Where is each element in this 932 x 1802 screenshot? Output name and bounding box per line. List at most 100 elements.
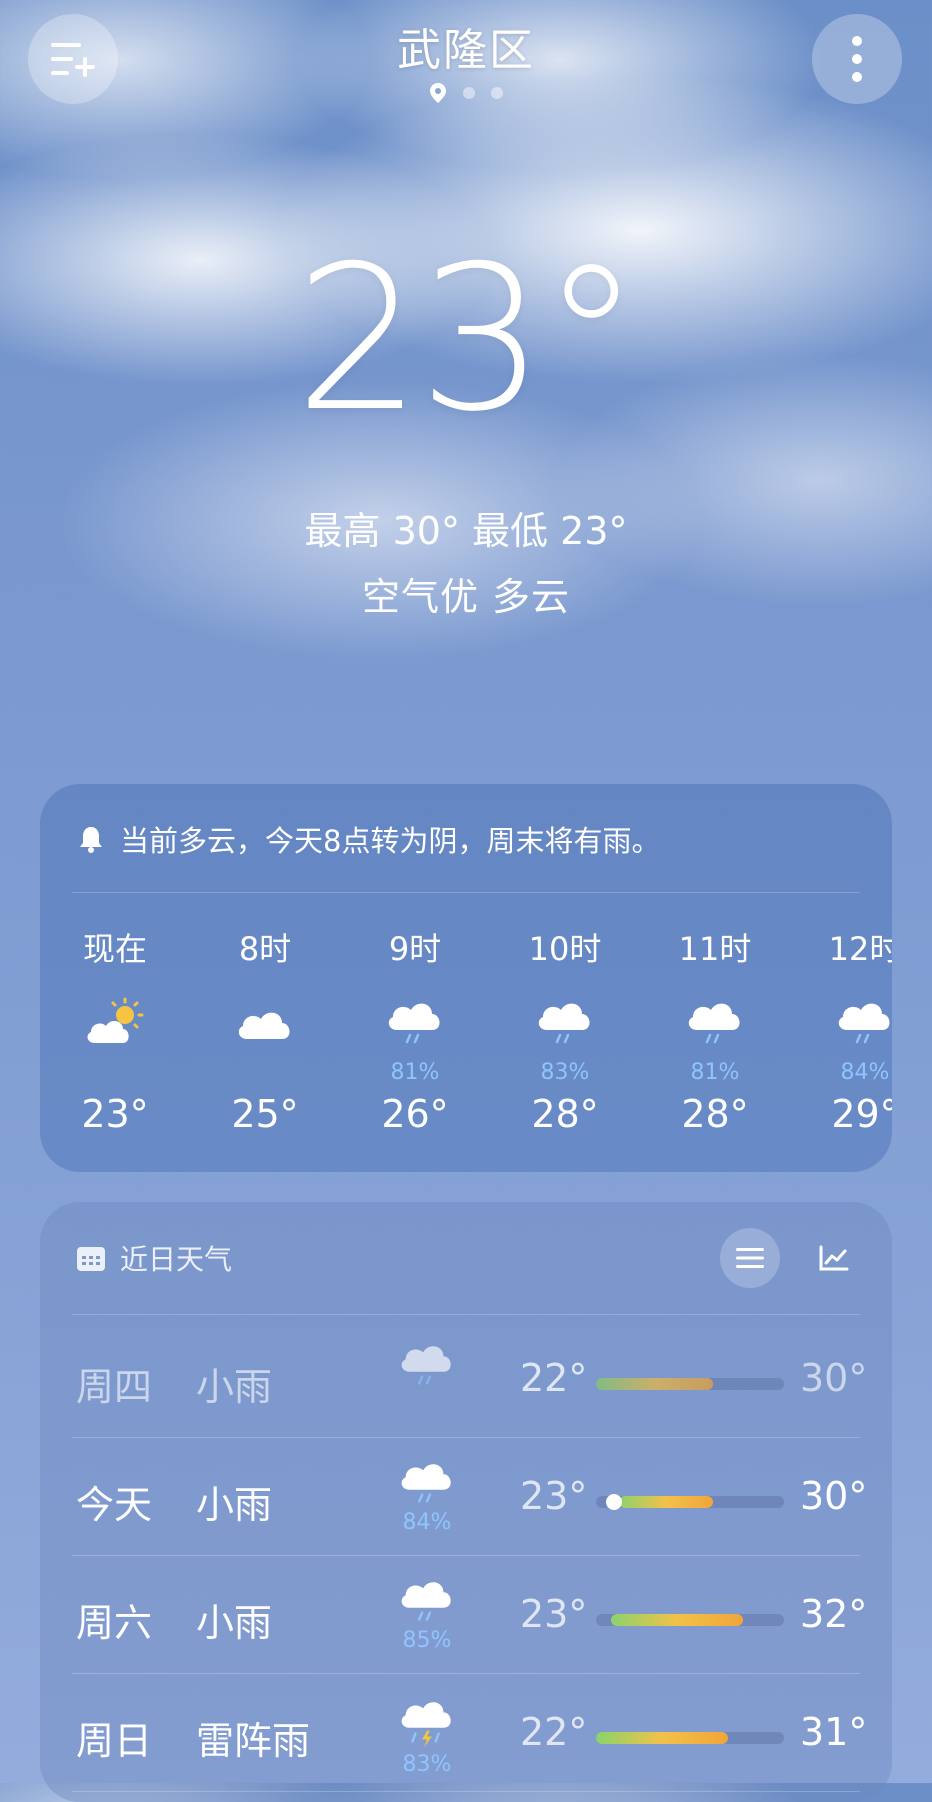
air-quality-condition[interactable]: 空气优 多云 <box>0 566 932 621</box>
hour-temperature: 29° <box>831 1092 892 1136</box>
hour-temperature: 23° <box>81 1092 149 1136</box>
daily-forecast-header: 近日天气 <box>76 1238 232 1278</box>
day-high-temperature: 30° <box>800 1356 868 1400</box>
rain-cloud-icon <box>401 1464 451 1503</box>
temperature-range-bar <box>596 1494 784 1510</box>
hour-weather-icon <box>790 988 892 1058</box>
hourly-item: 8时 25° <box>190 924 340 1136</box>
hour-temperature: 26° <box>381 1092 449 1136</box>
temperature-range-fill <box>619 1496 713 1508</box>
hourly-item: 现在 23° <box>40 924 190 1136</box>
temperature-range-fill <box>596 1732 728 1744</box>
hour-label: 11时 <box>678 930 752 968</box>
more-vertical-icon <box>852 36 862 82</box>
day-condition: 小雨 <box>196 1365 273 1409</box>
day-high-temperature: 30° <box>800 1474 868 1518</box>
day-label: 周六 <box>76 1601 153 1645</box>
hour-temperature: 28° <box>681 1092 749 1136</box>
day-precipitation: 84% <box>402 1510 452 1535</box>
hour-label: 现在 <box>82 930 147 968</box>
day-precipitation: 83% <box>402 1752 452 1777</box>
hourly-list[interactable]: 现在 23° 8时 25° 9时 81% 26° 10时 83% 28° 11时 81% 28… <box>40 924 892 1164</box>
temperature-range-bar <box>596 1732 784 1744</box>
hour-weather-icon <box>490 988 640 1058</box>
rain-cloud-icon <box>401 1582 451 1621</box>
temperature-range-fill <box>596 1378 713 1390</box>
page-dot[interactable] <box>491 87 503 99</box>
day-weather-icon <box>392 1340 462 1392</box>
daily-row[interactable]: 周六 小雨 85% 23° 32° <box>40 1556 892 1674</box>
divider <box>72 892 860 893</box>
day-condition: 小雨 <box>196 1483 273 1527</box>
daily-forecast-card: 近日天气 周四 小雨 22° 30° 今天 小雨 84% 23° 30° 周六 小雨 85% 23… <box>40 1202 892 1802</box>
calendar-icon <box>77 1247 105 1271</box>
location-pin-icon <box>430 83 446 103</box>
list-view-button[interactable] <box>720 1228 780 1288</box>
temperature-range-bar <box>596 1614 784 1626</box>
hour-precipitation: 84% <box>840 1060 890 1085</box>
rain-cloud-icon <box>401 1346 451 1385</box>
bell-icon <box>80 827 102 853</box>
thunder-rain-icon <box>401 1702 451 1748</box>
line-chart-icon <box>819 1245 849 1271</box>
day-label: 今天 <box>76 1483 153 1527</box>
hour-precipitation: 83% <box>540 1060 590 1085</box>
day-low-temperature: 23° <box>520 1592 588 1636</box>
day-low-temperature: 22° <box>520 1710 588 1754</box>
day-condition: 小雨 <box>196 1601 273 1645</box>
day-weather-icon: 83% <box>392 1694 462 1777</box>
hour-temperature: 28° <box>531 1092 599 1136</box>
day-low-temperature: 22° <box>520 1356 588 1400</box>
rain-cloud-icon <box>538 1003 590 1044</box>
more-button[interactable] <box>812 14 902 104</box>
hour-label: 12时 <box>828 930 892 968</box>
divider <box>72 1791 860 1792</box>
hourly-item: 9时 81% 26° <box>340 924 490 1136</box>
day-high-temperature: 32° <box>800 1592 868 1636</box>
hourly-forecast-card: 当前多云，今天8点转为阴，周末将有雨。 现在 23° 8时 25° 9时 81% 26… <box>40 784 892 1172</box>
location-title[interactable]: 武隆区 <box>0 14 932 78</box>
day-weather-icon: 85% <box>392 1576 462 1653</box>
hour-weather-icon <box>40 988 190 1058</box>
page-dot[interactable] <box>463 87 475 99</box>
day-precipitation: 85% <box>402 1628 452 1653</box>
hour-weather-icon <box>640 988 790 1058</box>
hour-label: 10时 <box>528 930 602 968</box>
hour-precipitation <box>190 1058 340 1088</box>
partly-sunny-icon <box>87 997 144 1043</box>
daily-row[interactable]: 周四 小雨 22° 30° <box>40 1320 892 1438</box>
hourly-item: 10时 83% 28° <box>490 924 640 1136</box>
day-condition: 雷阵雨 <box>196 1719 311 1763</box>
hour-label: 8时 <box>238 930 292 968</box>
weather-notice: 当前多云，今天8点转为阴，周末将有雨。 <box>76 818 660 860</box>
temperature-range-fill <box>611 1614 743 1626</box>
day-high-temperature: 31° <box>800 1710 868 1754</box>
cloud-icon <box>238 1012 290 1039</box>
high-low-temperature: 最高 30° 最低 23° <box>304 509 628 553</box>
daily-row[interactable]: 今天 小雨 84% 23° 30° <box>40 1438 892 1556</box>
hour-label: 9时 <box>388 930 442 968</box>
chart-view-button[interactable] <box>804 1228 864 1288</box>
rain-cloud-icon <box>688 1003 740 1044</box>
daily-row[interactable]: 周日 雷阵雨 83% 22° 31° <box>40 1674 892 1792</box>
hour-precipitation <box>40 1058 190 1088</box>
top-bar: 武隆区 <box>0 0 932 110</box>
hour-precipitation: 81% <box>390 1060 440 1085</box>
hourly-item: 11时 81% 28° <box>640 924 790 1136</box>
day-label: 周日 <box>76 1719 153 1763</box>
day-low-temperature: 23° <box>520 1474 588 1518</box>
hourly-item: 12时 84% 29° <box>790 924 892 1136</box>
hour-temperature: 25° <box>231 1092 299 1136</box>
hour-weather-icon <box>190 988 340 1058</box>
rain-cloud-icon <box>388 1003 440 1044</box>
list-icon <box>736 1248 764 1268</box>
daily-forecast-title: 近日天气 <box>120 1243 233 1276</box>
divider <box>72 1314 860 1315</box>
rain-cloud-icon <box>838 1003 890 1044</box>
hour-precipitation: 81% <box>690 1060 740 1085</box>
day-label: 周四 <box>76 1365 153 1409</box>
notice-text: 当前多云，今天8点转为阴，周末将有雨。 <box>120 824 661 858</box>
page-indicator <box>0 82 932 104</box>
hour-weather-icon <box>340 988 490 1058</box>
temperature-range-bar <box>596 1378 784 1390</box>
